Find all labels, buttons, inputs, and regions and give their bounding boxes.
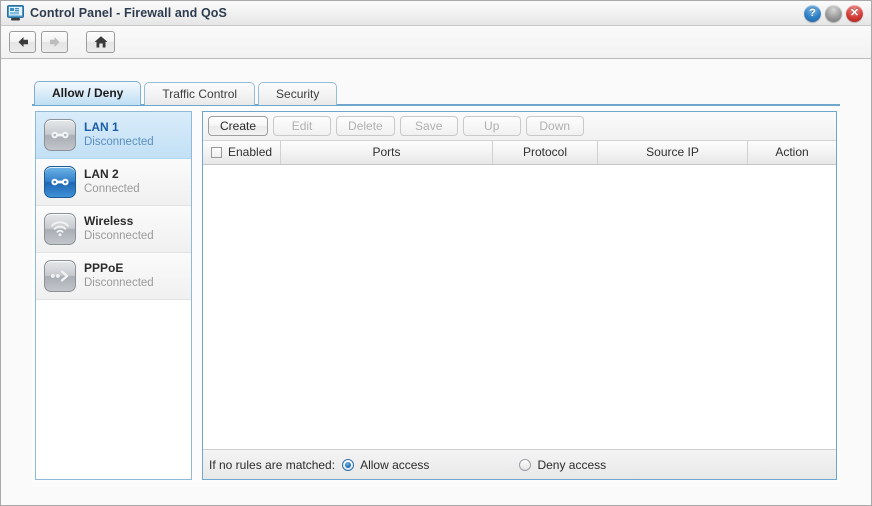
- sidebar-item-wireless[interactable]: Wireless Disconnected: [36, 206, 191, 253]
- default-policy-footer: If no rules are matched: Allow access De…: [203, 449, 836, 479]
- interface-text: LAN 2 Connected: [84, 167, 140, 196]
- select-all-checkbox[interactable]: [211, 147, 222, 158]
- rules-table-header: Enabled Ports Protocol Source IP Action: [203, 141, 836, 165]
- column-header-protocol[interactable]: Protocol: [493, 141, 598, 164]
- window-title: Control Panel - Firewall and QoS: [30, 6, 227, 20]
- navigation-toolbar: [1, 26, 871, 59]
- pppoe-icon: [44, 260, 76, 292]
- panel-splitter[interactable]: [193, 111, 199, 480]
- interface-name: Wireless: [84, 214, 134, 229]
- delete-button: Delete: [336, 116, 395, 136]
- home-icon[interactable]: [86, 31, 115, 53]
- interface-list: LAN 1 Disconnected LAN 2 Connected Wirel…: [35, 111, 192, 480]
- title-bar: Control Panel - Firewall and QoS ? ✕: [1, 1, 871, 26]
- interface-status: Connected: [84, 183, 140, 196]
- edit-button: Edit: [273, 116, 332, 136]
- column-header-enabled[interactable]: Enabled: [203, 141, 281, 164]
- interface-status: Disconnected: [84, 230, 154, 243]
- control-panel-window: Control Panel - Firewall and QoS ? ✕ All…: [0, 0, 872, 506]
- interface-name: LAN 2: [84, 167, 119, 182]
- tab-traffic-control[interactable]: Traffic Control: [144, 82, 256, 105]
- sidebar-item-pppoe[interactable]: PPPoE Disconnected: [36, 253, 191, 300]
- interface-name: PPPoE: [84, 261, 124, 276]
- create-button[interactable]: Create: [208, 116, 269, 136]
- deny-access-radio[interactable]: [519, 458, 532, 471]
- deny-access-label: Deny access: [537, 457, 607, 472]
- sidebar-item-lan-1[interactable]: LAN 1 Disconnected: [36, 112, 191, 159]
- help-icon[interactable]: ?: [804, 5, 821, 22]
- tab-allow-deny[interactable]: Allow / Deny: [34, 81, 142, 105]
- interface-text: LAN 1 Disconnected: [84, 120, 154, 149]
- rules-toolbar: Create Edit Delete Save Up Down: [203, 112, 836, 141]
- interface-text: Wireless Disconnected: [84, 214, 154, 243]
- lan-port-icon: [44, 119, 76, 151]
- rules-table-body[interactable]: [203, 165, 836, 449]
- forward-arrow-icon: [41, 31, 68, 53]
- sidebar-item-lan-2[interactable]: LAN 2 Connected: [36, 159, 191, 206]
- interface-status: Disconnected: [84, 277, 154, 290]
- allow-access-option[interactable]: Allow access: [342, 458, 429, 472]
- rules-panel: Create Edit Delete Save Up Down Enabled …: [202, 111, 837, 480]
- computer-monitor-icon: [7, 5, 24, 21]
- interface-status: Disconnected: [84, 136, 154, 149]
- tab-security[interactable]: Security: [258, 82, 338, 105]
- close-icon[interactable]: ✕: [846, 5, 863, 22]
- window-controls: ? ✕: [804, 5, 863, 22]
- minimize-icon[interactable]: [825, 5, 842, 22]
- interface-name: LAN 1: [84, 120, 119, 135]
- wifi-icon: [44, 213, 76, 245]
- allow-access-label: Allow access: [360, 457, 430, 472]
- column-header-enabled-label: Enabled: [228, 145, 273, 159]
- move-up-button: Up: [462, 116, 521, 136]
- tab-bar: Allow / Deny Traffic Control Security: [34, 81, 340, 105]
- column-header-action[interactable]: Action: [748, 141, 836, 164]
- deny-access-option[interactable]: Deny access: [519, 458, 606, 472]
- back-arrow-icon[interactable]: [9, 31, 36, 53]
- lan-port-icon: [44, 166, 76, 198]
- column-header-source-ip[interactable]: Source IP: [598, 141, 748, 164]
- save-button: Save: [399, 116, 458, 136]
- interface-text: PPPoE Disconnected: [84, 261, 154, 290]
- allow-access-radio[interactable]: [342, 458, 355, 471]
- page-body: Allow / Deny Traffic Control Security LA…: [1, 60, 871, 505]
- tab-content-panel: LAN 1 Disconnected LAN 2 Connected Wirel…: [32, 104, 840, 487]
- default-policy-label: If no rules are matched:: [209, 457, 336, 472]
- column-header-ports[interactable]: Ports: [281, 141, 493, 164]
- move-down-button: Down: [525, 116, 584, 136]
